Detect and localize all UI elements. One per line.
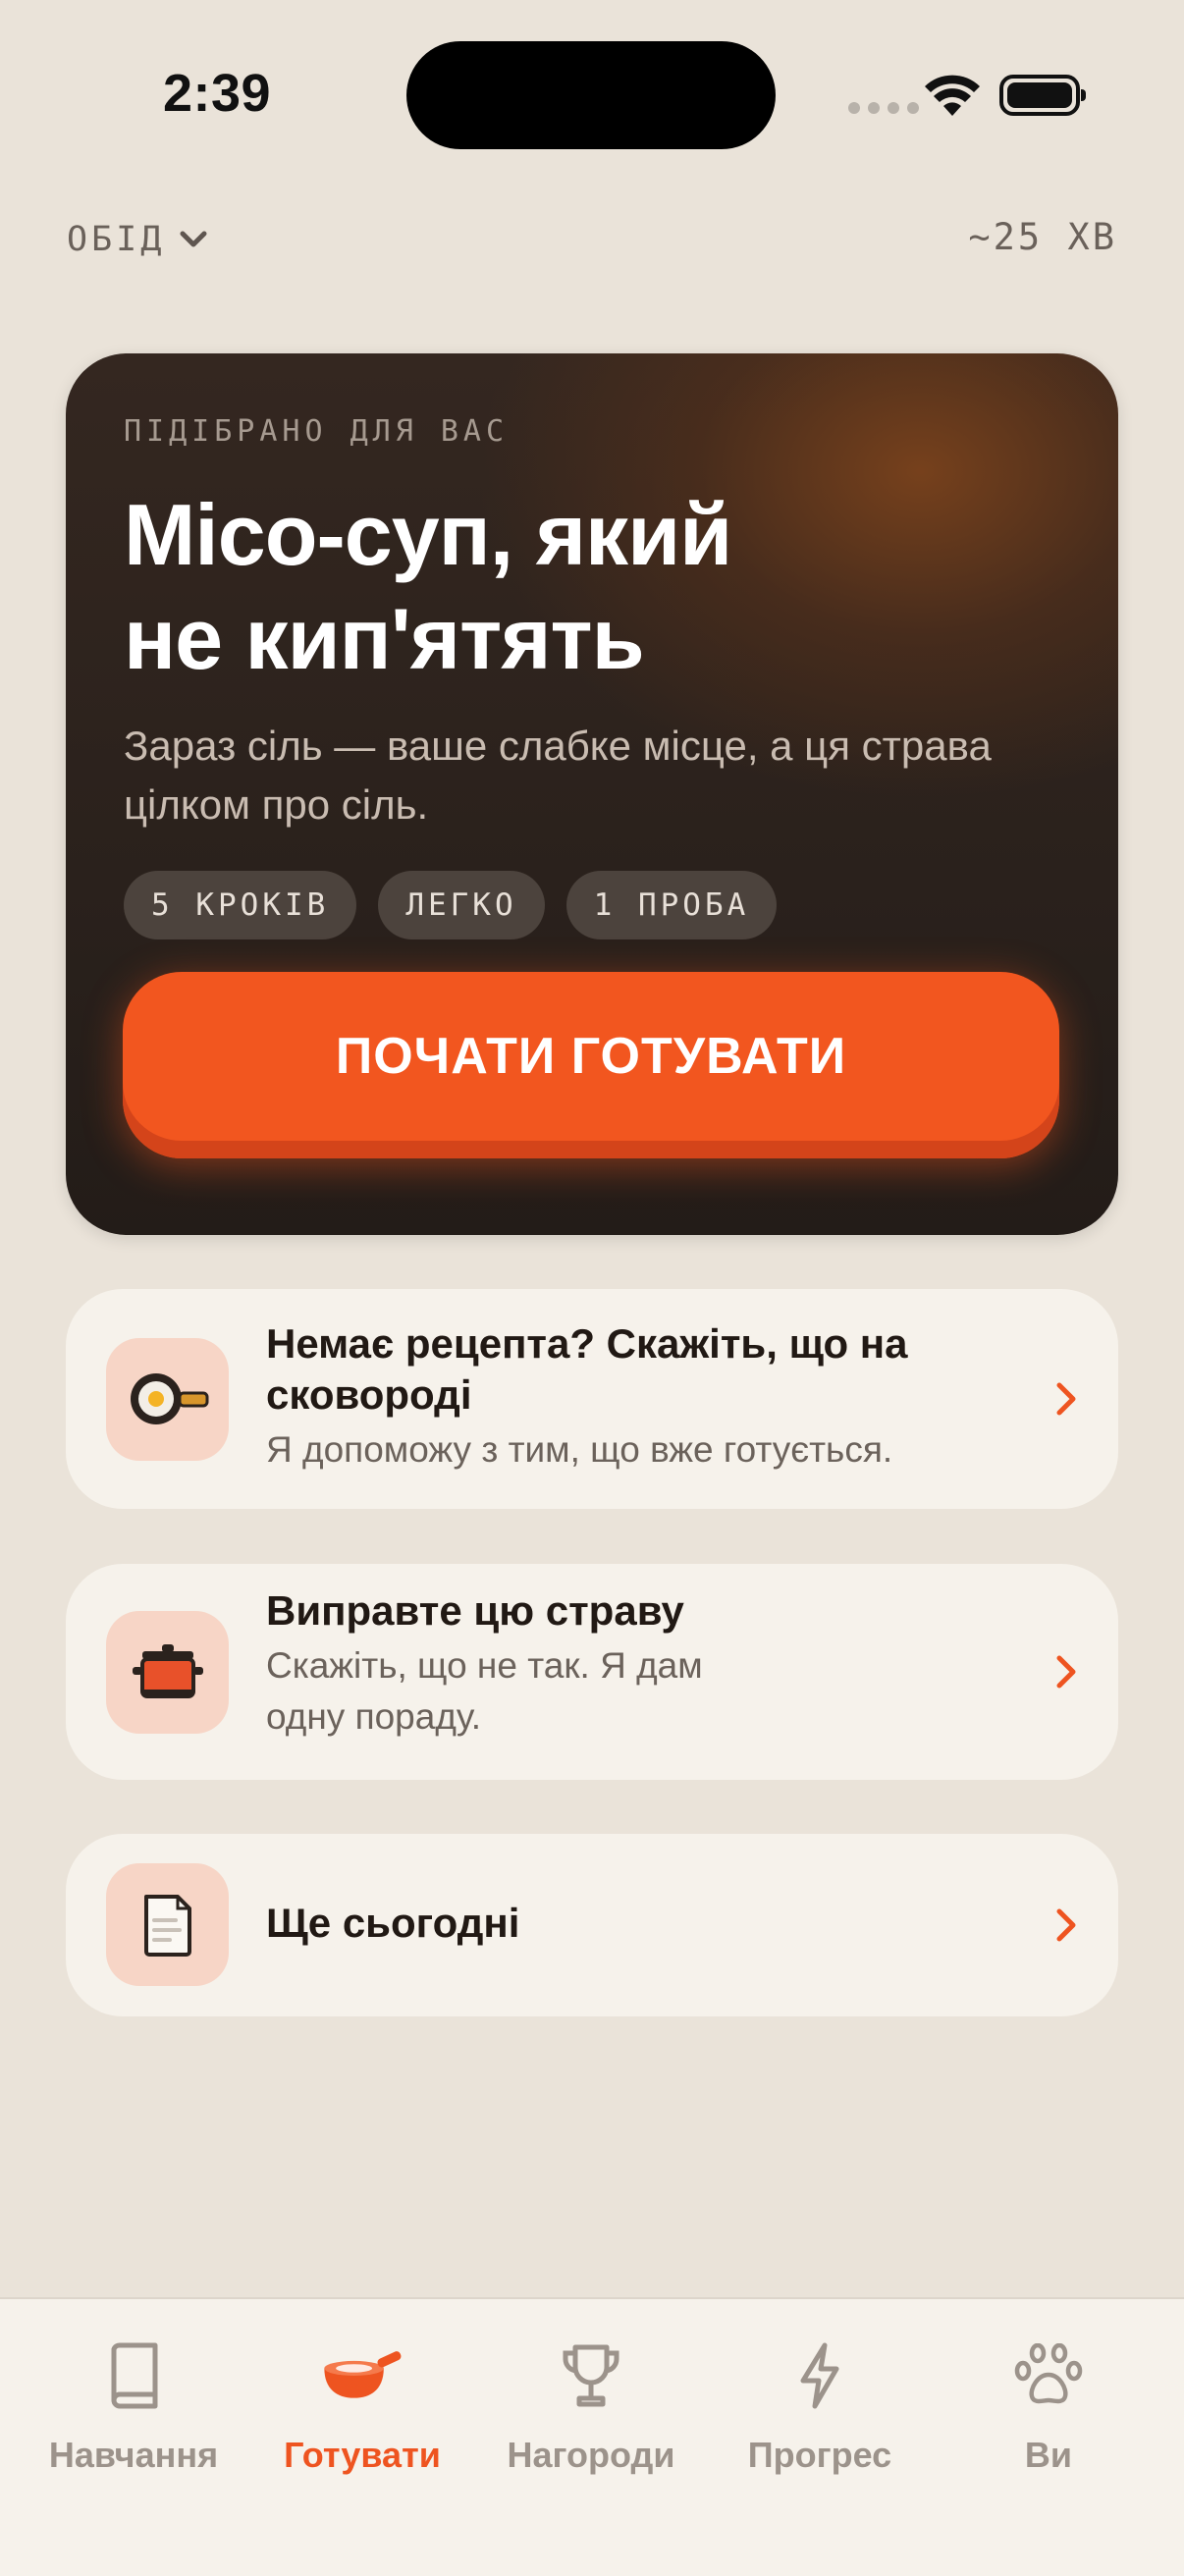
tab-learn[interactable]: Навчання <box>21 2334 246 2476</box>
meal-selector-label: ОБІД <box>67 220 166 259</box>
battery-icon <box>999 75 1086 116</box>
tab-progress[interactable]: Прогрес <box>707 2334 933 2476</box>
card-subtitle: Я допоможу з тим, що вже готується. <box>266 1429 893 1470</box>
tab-you[interactable]: Ви <box>936 2334 1161 2476</box>
hero-title: Місо-суп, який не кип'ятять <box>124 483 929 691</box>
duration-label: ~25 ХВ <box>968 216 1117 258</box>
recommended-recipe-card: ПІДІБРАНО ДЛЯ ВАС Місо-суп, який не кип'… <box>66 353 1118 1235</box>
chevron-right-icon <box>1056 1655 1076 1689</box>
cellular-signal-icon <box>848 102 919 114</box>
more-today-card[interactable]: Ще сьогодні <box>66 1834 1118 2016</box>
fix-dish-card[interactable]: Виправте цю страву Скажіть, що не так. Я… <box>66 1564 1118 1780</box>
chevron-right-icon <box>1056 1382 1076 1416</box>
card-title: Виправте цю страву <box>266 1587 684 1634</box>
status-time: 2:39 <box>163 64 272 123</box>
recipe-tags: 5 КРОКІВ ЛЕГКО 1 ПРОБА <box>124 871 778 939</box>
card-subtitle: Скажіть, що не так. Я дам одну пораду. <box>266 1645 703 1737</box>
pot-icon <box>106 1610 229 1734</box>
wifi-icon <box>925 75 980 116</box>
dynamic-island <box>406 41 776 149</box>
hero-title-line: не кип'ятять <box>124 590 645 687</box>
document-icon <box>106 1863 229 1986</box>
meal-selector[interactable]: ОБІД <box>67 220 208 259</box>
frying-pan-icon <box>106 1337 229 1461</box>
hero-eyebrow: ПІДІБРАНО ДЛЯ ВАС <box>124 414 510 449</box>
trophy-icon <box>550 2334 632 2417</box>
chevron-down-icon <box>180 231 207 247</box>
pan-icon <box>321 2334 404 2417</box>
no-recipe-card[interactable]: Немає рецепта? Скажіть, що на сковороді … <box>66 1289 1118 1509</box>
lightning-icon <box>779 2334 861 2417</box>
tag-difficulty: ЛЕГКО <box>378 871 545 939</box>
tag-tastings: 1 ПРОБА <box>565 871 778 939</box>
paw-icon <box>1007 2334 1090 2417</box>
card-title: Ще сьогодні <box>266 1900 520 1946</box>
card-title: Немає рецепта? Скажіть, що на сковороді <box>266 1320 908 1418</box>
tab-label: Готувати <box>284 2435 441 2475</box>
tab-bar: Навчання Готувати Нагороди Прогрес Ви <box>0 2297 1184 2576</box>
book-icon <box>92 2334 175 2417</box>
tab-label: Нагороди <box>507 2435 675 2475</box>
tab-label: Навчання <box>48 2435 219 2475</box>
chevron-right-icon <box>1056 1908 1076 1942</box>
hero-subtitle: Зараз сіль — ваше слабке місце, а ця стр… <box>124 723 992 828</box>
tag-steps: 5 КРОКІВ <box>124 871 357 939</box>
tab-label: Ви <box>1024 2435 1073 2475</box>
tab-cook[interactable]: Готувати <box>249 2334 475 2476</box>
hero-title-line: Місо-суп, який <box>124 486 732 583</box>
tab-awards[interactable]: Нагороди <box>478 2334 704 2476</box>
tab-label: Прогрес <box>747 2435 892 2475</box>
start-cooking-button[interactable]: ПОЧАТИ ГОТУВАТИ <box>123 972 1059 1158</box>
